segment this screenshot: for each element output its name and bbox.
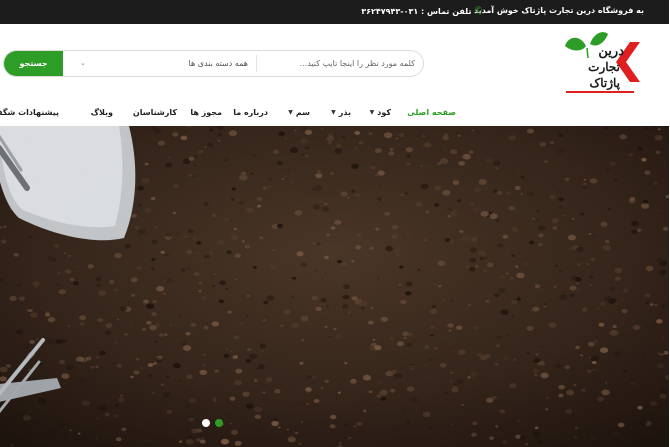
main-nav: صفحه اصلی کود ▼ بذر ▼ سم ▼ درباره ما مجو…	[0, 102, 670, 126]
phone-label: تلفن تماس : ۰۳۱-۳۶۲۴۷۹۴۳	[362, 6, 473, 16]
chevron-down-icon: ⌄	[81, 59, 87, 67]
slider-dots	[203, 419, 224, 427]
nav-item-label: مجوز ها	[191, 108, 223, 117]
logo-text-line2: تجارت	[589, 60, 621, 74]
logo-text-line1: درین	[599, 44, 625, 59]
nav-item-blog[interactable]: وبلاگ	[92, 108, 114, 117]
caret-down-icon: ▼	[289, 109, 294, 116]
hero-slider[interactable]	[0, 126, 670, 447]
header: درین تجارت پاژتاک همه دسته بندی ها ⌄ جست…	[0, 24, 670, 102]
logo-text-line3: پاژتاک	[590, 76, 621, 90]
nav-item-seed[interactable]: بذر ▼	[332, 108, 352, 117]
search-bar: همه دسته بندی ها ⌄ جستجو	[4, 50, 425, 77]
category-select[interactable]: همه دسته بندی ها ⌄	[73, 51, 257, 76]
search-separator	[257, 55, 258, 72]
nav-item-pesticide[interactable]: سم ▼	[289, 108, 311, 117]
nav-item-label: درباره ما	[234, 108, 269, 117]
top-bar: به فروشگاه درین تجارت پاژتاک خوش آمدید ✆…	[0, 0, 670, 24]
nav-item-licenses[interactable]: مجوز ها	[191, 108, 223, 117]
slider-dot-active[interactable]	[216, 419, 224, 427]
nav-item-experts[interactable]: کارشناسان	[134, 108, 178, 117]
soil-banner-image	[0, 126, 670, 447]
nav-item-label: کود	[378, 108, 392, 117]
slider-dot[interactable]	[203, 419, 211, 427]
nav-item-label: پیشنهادات شگفت انگیز	[0, 108, 60, 117]
nav-item-home[interactable]: صفحه اصلی	[408, 108, 457, 117]
nav-item-label: سم	[296, 108, 311, 117]
phone-info: ✆ تلفن تماس : ۰۳۱-۳۶۲۴۷۹۴۳	[362, 6, 483, 16]
welcome-message: به فروشگاه درین تجارت پاژتاک خوش آمدید	[475, 6, 645, 15]
caret-down-icon: ▼	[332, 109, 337, 116]
nav-item-about[interactable]: درباره ما	[234, 108, 269, 117]
nav-item-label: صفحه اصلی	[408, 108, 457, 117]
nav-item-label: کارشناسان	[133, 108, 178, 117]
phone-icon: ✆	[475, 6, 483, 16]
site-logo[interactable]: درین تجارت پاژتاک	[561, 28, 645, 98]
nav-item-fertilizer[interactable]: کود ▼	[371, 108, 392, 117]
category-select-label: همه دسته بندی ها	[189, 59, 250, 68]
nav-item-special-offers[interactable]: پیشنهادات شگفت انگیز	[0, 108, 60, 117]
caret-down-icon: ▼	[370, 109, 376, 116]
search-button[interactable]: جستجو	[5, 51, 64, 76]
nav-item-label: وبلاگ	[91, 108, 114, 117]
nav-item-label: بذر	[339, 108, 352, 117]
